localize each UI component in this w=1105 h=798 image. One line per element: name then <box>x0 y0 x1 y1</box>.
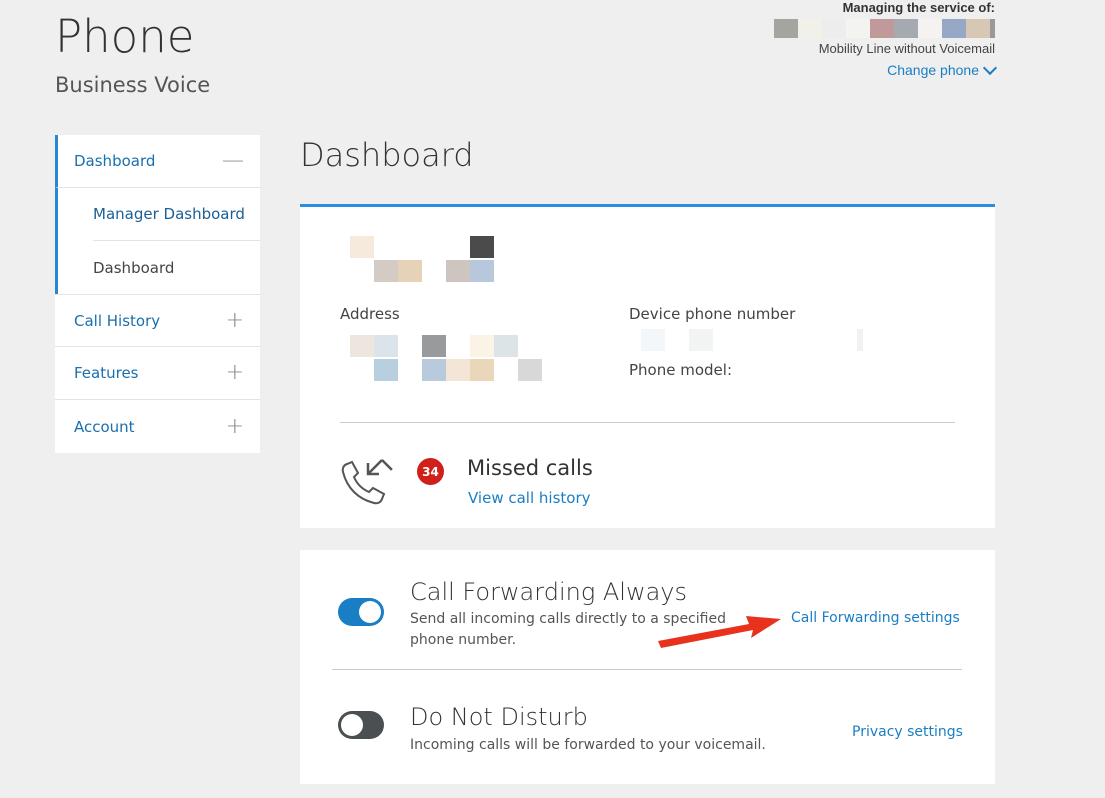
expand-icon[interactable]: + <box>226 309 244 332</box>
redacted-phone-number <box>695 19 995 38</box>
sidebar-item-label: Dashboard <box>74 152 156 170</box>
missed-calls-title: Missed calls <box>467 456 593 480</box>
sidebar-item-call-history[interactable]: Call History + <box>55 294 260 347</box>
page-title: Dashboard <box>300 136 474 174</box>
sidebar-item-features[interactable]: Features + <box>55 347 260 400</box>
service-selector: Managing the service of: Mobility Line w… <box>695 0 998 80</box>
phone-model-label: Phone model: <box>629 361 732 379</box>
divider <box>340 422 955 423</box>
change-phone-label: Change phone <box>887 62 979 78</box>
address-label: Address <box>340 305 400 323</box>
sidebar-item-account[interactable]: Account + <box>55 400 260 453</box>
sidebar-item-label: Call History <box>74 311 161 330</box>
missed-call-icon <box>341 459 393 505</box>
collapse-icon[interactable]: — <box>222 150 244 172</box>
managing-label: Managing the service of: <box>842 0 995 15</box>
missed-calls-badge: 34 <box>417 458 444 485</box>
toggle-knob <box>341 714 363 736</box>
annotation-arrow-icon <box>658 616 781 648</box>
do-not-disturb-desc: Incoming calls will be forwarded to your… <box>410 737 766 753</box>
line-summary-card: Address Device phone number Phone model:… <box>300 204 995 528</box>
plan-name: Mobility Line without Voicemail <box>818 41 995 56</box>
app-title: Phone <box>55 10 195 63</box>
toggle-knob <box>359 601 381 623</box>
sidebar-item-label: Account <box>74 417 135 436</box>
sidebar-item-label: Dashboard <box>93 258 175 277</box>
expand-icon[interactable]: + <box>226 415 244 438</box>
divider <box>332 669 962 670</box>
sidebar-subitem-dashboard[interactable]: Dashboard <box>55 241 260 294</box>
call-forwarding-title: Call Forwarding Always <box>410 578 687 606</box>
sidebar: Dashboard — Manager Dashboard Dashboard … <box>55 135 260 453</box>
device-number-label: Device phone number <box>629 305 796 323</box>
do-not-disturb-title: Do Not Disturb <box>410 703 588 731</box>
sidebar-item-label: Features <box>74 364 139 382</box>
call-forwarding-toggle[interactable] <box>338 598 384 626</box>
expand-icon[interactable]: + <box>226 362 244 384</box>
call-forwarding-settings-link[interactable]: Call Forwarding settings <box>791 610 960 626</box>
app-subtitle: Business Voice <box>55 73 211 97</box>
sidebar-subitem-manager-dashboard[interactable]: Manager Dashboard <box>55 188 260 241</box>
chevron-down-icon <box>982 60 998 75</box>
do-not-disturb-toggle[interactable] <box>338 711 384 739</box>
sidebar-item-label: Manager Dashboard <box>93 205 245 223</box>
privacy-settings-link[interactable]: Privacy settings <box>852 724 963 740</box>
view-call-history-link[interactable]: View call history <box>468 489 591 507</box>
change-phone-link[interactable]: Change phone <box>887 60 998 78</box>
call-features-card: Call Forwarding Always Send all incoming… <box>300 550 995 784</box>
sidebar-item-dashboard[interactable]: Dashboard — <box>55 135 260 188</box>
